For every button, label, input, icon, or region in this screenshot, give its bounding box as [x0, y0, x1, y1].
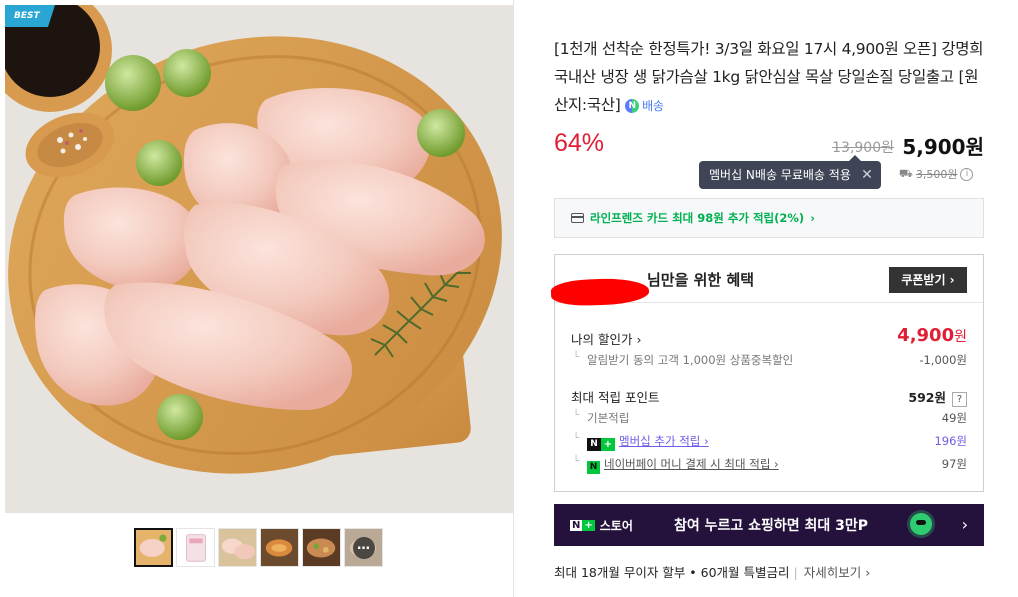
- product-info-panel: [1천개 선착순 한정특가! 3/3일 화요일 17시 4,900원 오픈] 강…: [550, 0, 984, 597]
- help-icon[interactable]: ?: [952, 392, 967, 407]
- close-icon[interactable]: ✕: [861, 161, 873, 189]
- mascot-icon: [910, 513, 932, 535]
- membership-points-value: 196원: [934, 434, 967, 448]
- card-benefit-banner[interactable]: 라인프렌즈 카드 최대 98원 추가 적립(2%) ›: [554, 198, 984, 238]
- discount-rate: 64%: [554, 129, 605, 157]
- npay-points-value: 97원: [941, 457, 967, 471]
- see-more-link[interactable]: 자세히보기 ›: [804, 565, 870, 580]
- my-price-sub-value: -1,000원: [919, 353, 967, 367]
- chevron-right-icon: ›: [810, 211, 815, 225]
- npay-points-wrap: N 네이버페이 머니 결제 시 최대 적립 ›: [571, 457, 779, 474]
- npay-points-link[interactable]: 네이버페이 머니 결제 시 최대 적립 ›: [604, 457, 779, 471]
- product-title: [1천개 선착순 한정특가! 3/3일 화요일 17시 4,900원 오픈] 강…: [554, 35, 984, 120]
- membership-points-wrap: N+ 멤버십 추가 적립 ›: [571, 434, 709, 451]
- more-images-icon: …: [352, 536, 375, 559]
- thumb-cooked-dish[interactable]: [302, 528, 341, 567]
- points-value-wrap: 592원?: [908, 387, 967, 407]
- n-delivery-label: 배송: [642, 98, 664, 113]
- naver-pay-icon: N: [587, 461, 600, 474]
- thumb-grilled-chicken[interactable]: [260, 528, 299, 567]
- thumb-chicken-closeup[interactable]: [218, 528, 257, 567]
- best-badge: BEST: [5, 5, 55, 27]
- installment-info: 최대 18개월 무이자 할부 • 60개월 특별금리 | 자세히보기 ›: [554, 562, 870, 581]
- get-coupon-button[interactable]: 쿠폰받기 ›: [889, 267, 967, 293]
- npay-points-row: N 네이버페이 머니 결제 시 최대 적립 › 97원: [571, 456, 967, 474]
- thumb-chicken-board[interactable]: [134, 528, 173, 567]
- points-label: 최대 적립 포인트: [571, 390, 660, 405]
- sale-price: 5,900원: [902, 135, 984, 159]
- n-plus-membership-icon: N+: [587, 438, 615, 451]
- membership-points-row: N+ 멤버십 추가 적립 › 196원: [571, 433, 967, 451]
- promo-text: 참여 누르고 쇼핑하면 최대 3만P: [674, 518, 869, 534]
- shipping-fee: ⛟ 3,500원 i: [899, 166, 974, 182]
- chicken-breast-photo: [5, 5, 513, 513]
- points-row: 최대 적립 포인트 592원?: [571, 387, 967, 407]
- thumb-package[interactable]: [176, 528, 215, 567]
- basic-points-row: 기본적립 49원: [571, 410, 967, 426]
- divider: |: [793, 565, 798, 580]
- store-promo-banner[interactable]: N + 스토어 참여 누르고 쇼핑하면 최대 3만P ›: [554, 504, 984, 546]
- credit-card-icon: [571, 213, 584, 223]
- shipping-fee-value: 3,500원: [915, 168, 958, 181]
- redacted-username: [550, 277, 650, 307]
- tooltip-text: 멤버십 N배송 무료배송 적용: [709, 168, 851, 182]
- product-title-text: [1천개 선착순 한정특가! 3/3일 화요일 17시 4,900원 오픈] 강…: [554, 40, 984, 114]
- card-benefit-text: 라인프렌즈 카드 최대 98원 추가 적립(2%): [590, 211, 805, 225]
- thumbnail-strip: …: [134, 528, 383, 570]
- benefit-header: 님만을 위한 혜택 쿠폰받기 ›: [550, 255, 983, 307]
- points-value: 592원: [908, 390, 946, 405]
- n-delivery-icon: N: [625, 98, 640, 113]
- n-delivery-badge[interactable]: N 배송: [625, 92, 664, 120]
- store-logo-text: 스토어: [599, 518, 633, 533]
- thumb-more[interactable]: …: [344, 528, 383, 567]
- my-price-sub-row: 알림받기 동의 고객 1,000원 상품중복할인 -1,000원: [571, 352, 967, 368]
- free-shipping-tooltip: 멤버십 N배송 무료배송 적용 ✕: [699, 155, 881, 189]
- my-price-row: 나의 할인가 › 4,900원: [571, 325, 967, 348]
- membership-points-link[interactable]: 멤버십 추가 적립 ›: [619, 434, 709, 448]
- member-benefit-box: 님만을 위한 혜택 쿠폰받기 › 나의 할인가 › 4,900원 알림받기 동의…: [550, 254, 984, 492]
- chevron-right-icon: ›: [961, 515, 968, 534]
- truck-icon: ⛟: [899, 166, 913, 180]
- my-price-sub-label: 알림받기 동의 고객 1,000원 상품중복할인: [571, 353, 793, 367]
- n-plus-icon: N +: [570, 519, 595, 531]
- benefit-title-text: 님만을 위한 혜택: [647, 271, 755, 289]
- original-price: 13,900원: [832, 140, 894, 156]
- basic-points-value: 49원: [941, 411, 967, 425]
- product-gallery: BEST …: [0, 0, 514, 597]
- n-plus-store-logo: N + 스토어: [570, 517, 660, 534]
- installment-text: 최대 18개월 무이자 할부 • 60개월 특별금리: [554, 565, 790, 580]
- main-product-image[interactable]: BEST: [5, 5, 513, 513]
- my-price-label[interactable]: 나의 할인가 ›: [571, 332, 641, 347]
- benefit-title: 님만을 위한 혜택: [550, 269, 755, 307]
- my-price-value: 4,900원: [897, 325, 967, 346]
- basic-points-label: 기본적립: [571, 411, 629, 425]
- info-icon[interactable]: i: [960, 167, 974, 181]
